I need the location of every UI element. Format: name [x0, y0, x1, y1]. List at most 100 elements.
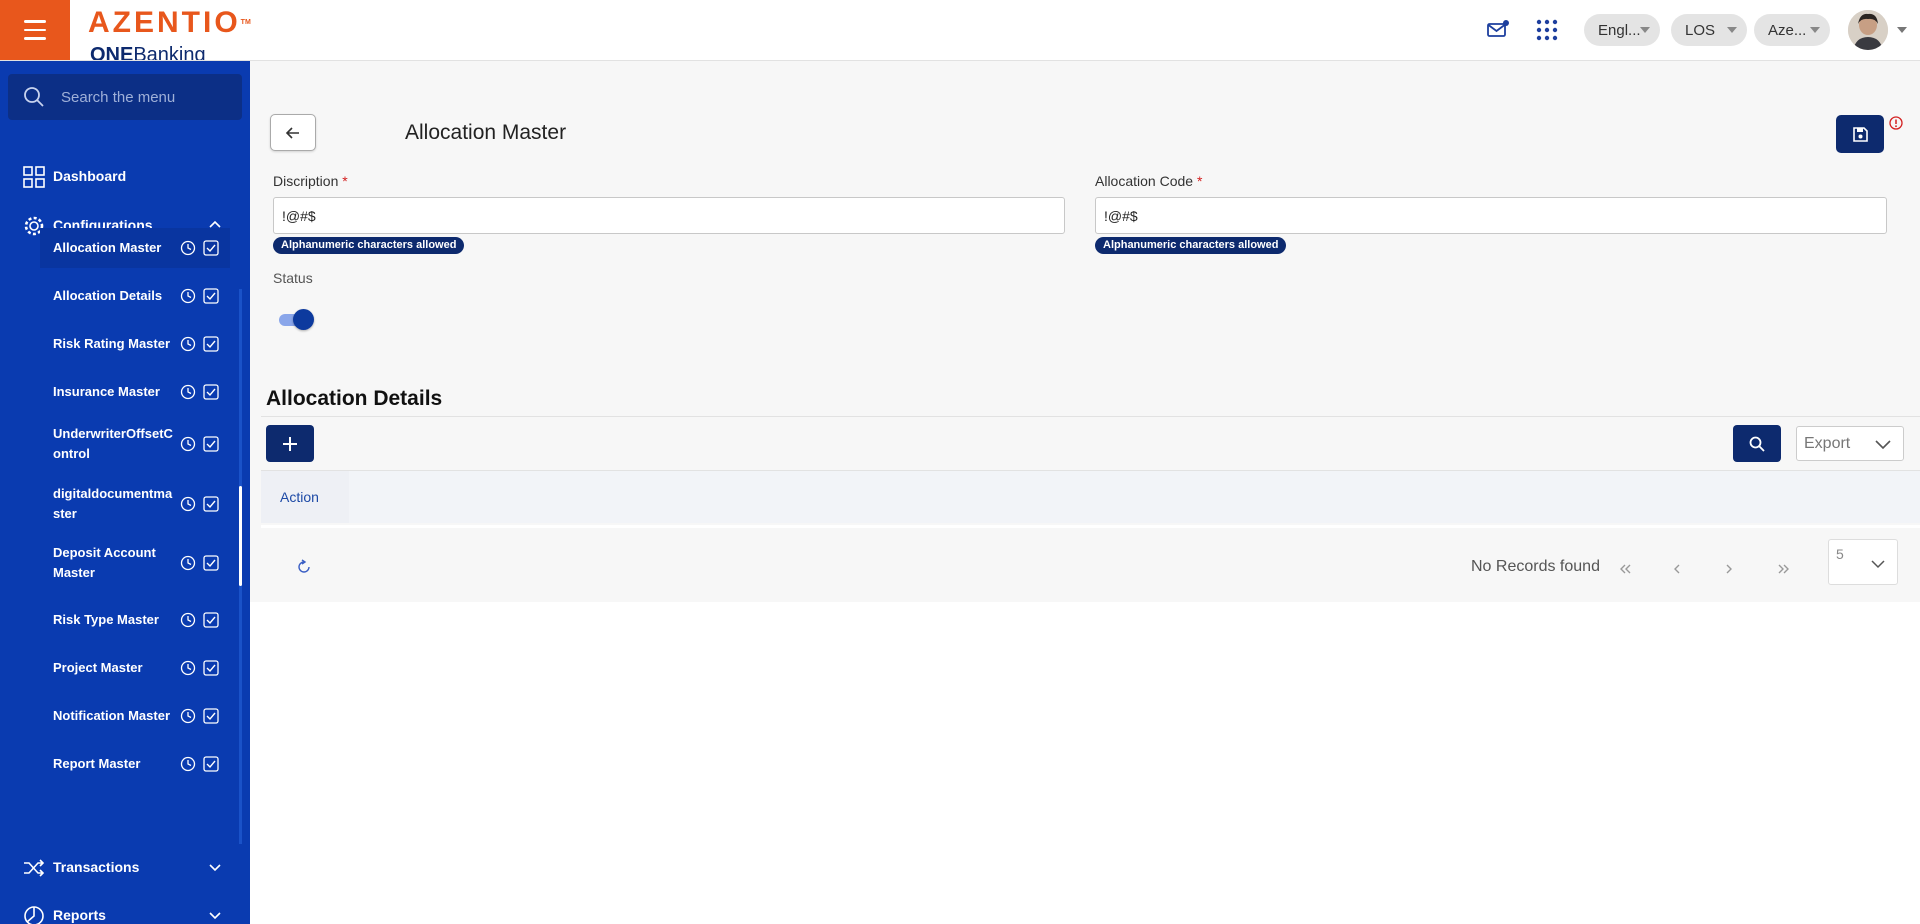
table-paginator: No Records found 5	[261, 525, 1920, 602]
allocation-code-field[interactable]	[1095, 197, 1887, 234]
sidebar-subitem[interactable]: UnderwriterOffsetC ontrol	[40, 420, 230, 468]
sidebar-subitem[interactable]: Notification Master	[40, 696, 230, 736]
sidebar-item-transactions[interactable]: Transactions	[0, 847, 250, 887]
chevron-down-icon	[1640, 27, 1650, 33]
checkbox-icon[interactable]	[203, 336, 219, 352]
sidebar-subitem[interactable]: digitaldocumentma ster	[40, 480, 230, 528]
table-header: Action	[261, 471, 1920, 523]
checkbox-icon[interactable]	[203, 240, 219, 256]
status-label: Status	[273, 270, 313, 286]
validation-hint: Alphanumeric characters allowed	[1095, 237, 1287, 254]
sidebar-subitem[interactable]: Insurance Master	[40, 372, 230, 412]
sidebar-subitem[interactable]: Deposit Account Master	[40, 539, 230, 587]
table-search-button[interactable]	[1733, 425, 1781, 462]
user-avatar[interactable]	[1848, 10, 1888, 50]
sidebar-subitem[interactable]: Allocation Details	[40, 276, 230, 316]
checkbox-icon[interactable]	[203, 436, 219, 452]
app-logo: AZENTIOTM ONEBanking	[88, 6, 251, 60]
export-select[interactable]: Export	[1796, 426, 1904, 461]
pie-chart-icon	[24, 906, 44, 924]
module-value: LOS	[1685, 21, 1716, 39]
menu-search	[8, 74, 242, 120]
clock-icon[interactable]	[180, 496, 196, 512]
checkbox-icon[interactable]	[203, 756, 219, 772]
entity-select[interactable]: Aze...	[1754, 14, 1830, 46]
clock-icon[interactable]	[180, 660, 196, 676]
sidebar: Dashboard Configurations Allocation Mast…	[0, 61, 250, 924]
checkbox-icon[interactable]	[203, 384, 219, 400]
section-title: Allocation Details	[266, 387, 443, 410]
entity-value: Aze...	[1768, 21, 1807, 39]
sidebar-subitem-label: Project Master	[53, 660, 143, 675]
language-select[interactable]: Engl...	[1584, 14, 1660, 46]
sidebar-subitem[interactable]: Allocation Master	[40, 228, 230, 268]
prev-page-button[interactable]	[1660, 552, 1694, 586]
sidebar-item-label: Dashboard	[53, 168, 127, 184]
page-size-value: 5	[1836, 546, 1844, 562]
chevron-down-icon	[209, 912, 221, 920]
sidebar-subitem-label: Risk Type Master	[53, 612, 159, 627]
clock-icon[interactable]	[180, 240, 196, 256]
sidebar-subitem[interactable]: Risk Rating Master	[40, 324, 230, 364]
sidebar-item-reports[interactable]: Reports	[0, 895, 250, 924]
refresh-icon[interactable]	[296, 559, 312, 575]
sidebar-subitem-label: Allocation Master	[53, 240, 162, 255]
sidebar-subitem[interactable]: Project Master	[40, 648, 230, 688]
sidebar-subitem-label: Report Master	[53, 756, 141, 771]
clock-icon[interactable]	[180, 288, 196, 304]
search-icon	[1749, 436, 1765, 452]
mail-notification-icon[interactable]	[1486, 18, 1510, 42]
clock-icon[interactable]	[180, 436, 196, 452]
chevron-down-icon[interactable]	[1897, 27, 1907, 33]
chevrons-left-icon	[1620, 564, 1631, 574]
sidebar-item-dashboard[interactable]: Dashboard	[0, 156, 250, 196]
sidebar-subitem-label: Insurance Master	[53, 384, 160, 399]
chevron-left-icon	[1674, 564, 1680, 574]
error-icon	[1889, 116, 1903, 130]
clock-icon[interactable]	[180, 708, 196, 724]
apps-grid-icon[interactable]	[1535, 18, 1559, 42]
page-title: Allocation Master	[405, 121, 567, 144]
module-select[interactable]: LOS	[1671, 14, 1747, 46]
menu-toggle-button[interactable]	[0, 0, 70, 60]
clock-icon[interactable]	[180, 384, 196, 400]
plus-icon	[283, 436, 297, 451]
chevron-down-icon	[209, 864, 221, 872]
column-header-action[interactable]: Action	[261, 471, 349, 523]
checkbox-icon[interactable]	[203, 708, 219, 724]
checkbox-icon[interactable]	[203, 612, 219, 628]
save-button[interactable]	[1836, 115, 1884, 153]
shuffle-icon	[24, 859, 45, 877]
chevron-down-icon	[1810, 27, 1820, 33]
page-size-select[interactable]: 5	[1828, 539, 1898, 585]
clock-icon[interactable]	[180, 756, 196, 772]
clock-icon[interactable]	[180, 555, 196, 571]
divider	[261, 416, 1920, 417]
search-icon	[24, 87, 44, 107]
clock-icon[interactable]	[180, 612, 196, 628]
menu-search-input[interactable]	[61, 88, 231, 106]
checkbox-icon[interactable]	[203, 496, 219, 512]
arrow-left-icon	[285, 126, 299, 139]
sidebar-subitem[interactable]: Report Master	[40, 744, 230, 784]
back-button[interactable]	[270, 114, 316, 151]
allocation-code-label: Allocation Code *	[1095, 173, 1203, 189]
status-toggle[interactable]	[279, 309, 314, 331]
language-value: Engl...	[1598, 21, 1641, 39]
last-page-button[interactable]	[1767, 552, 1801, 586]
sidebar-subitem-label: digitaldocumentma ster	[53, 486, 173, 521]
add-button[interactable]	[266, 425, 314, 462]
dashboard-icon	[23, 166, 45, 188]
sidebar-subitem-label: Notification Master	[53, 708, 171, 723]
clock-icon[interactable]	[180, 336, 196, 352]
sidebar-item-label: Transactions	[53, 859, 140, 875]
first-page-button[interactable]	[1608, 552, 1642, 586]
checkbox-icon[interactable]	[203, 555, 219, 571]
sidebar-scrollbar-thumb[interactable]	[239, 486, 242, 586]
checkbox-icon[interactable]	[203, 660, 219, 676]
description-field[interactable]	[273, 197, 1065, 234]
sidebar-subitem[interactable]: Risk Type Master	[40, 600, 230, 640]
main-content: Allocation Master Discription * Alphanum…	[250, 61, 1920, 602]
checkbox-icon[interactable]	[203, 288, 219, 304]
next-page-button[interactable]	[1712, 552, 1746, 586]
